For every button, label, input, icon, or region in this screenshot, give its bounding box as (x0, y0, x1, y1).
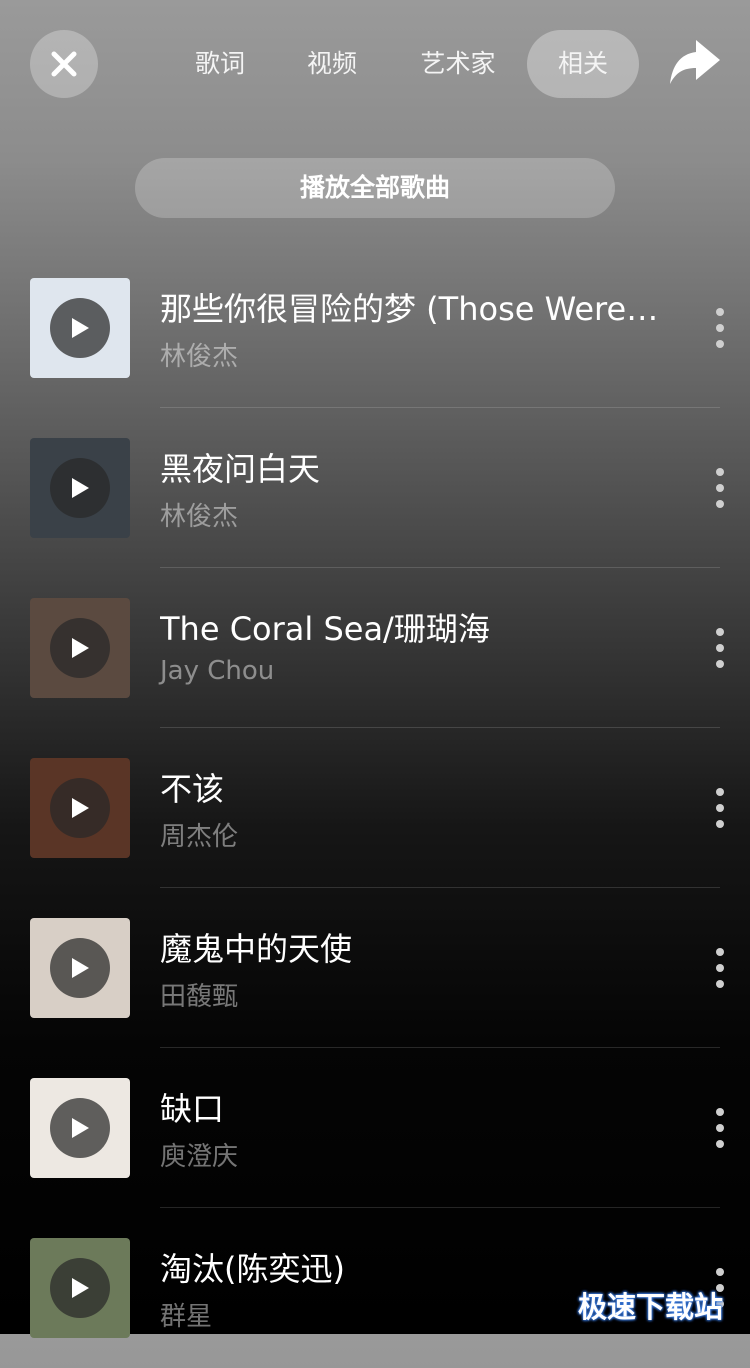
play-icon (72, 478, 89, 498)
song-artist: 田馥甄 (160, 982, 239, 1012)
play-button[interactable] (50, 618, 110, 678)
song-title: The Coral Sea/珊瑚海 (160, 610, 490, 648)
top-bar: 歌词 视频 艺术家 相关 (0, 0, 750, 130)
close-icon (51, 51, 77, 77)
play-button[interactable] (50, 1258, 110, 1318)
song-row[interactable]: 黑夜问白天 林俊杰 (0, 408, 750, 568)
tab-lyrics[interactable]: 歌词 (188, 30, 252, 98)
more-options-button[interactable] (710, 1106, 730, 1150)
album-art[interactable] (30, 1078, 130, 1178)
album-art[interactable] (30, 598, 130, 698)
more-vertical-icon (716, 308, 724, 348)
song-row[interactable]: 魔鬼中的天使 田馥甄 (0, 888, 750, 1048)
more-vertical-icon (716, 948, 724, 988)
play-button[interactable] (50, 298, 110, 358)
play-icon (72, 798, 89, 818)
song-artist: 周杰伦 (160, 822, 239, 852)
more-vertical-icon (716, 788, 724, 828)
song-title: 魔鬼中的天使 (160, 930, 353, 968)
more-options-button[interactable] (710, 306, 730, 350)
tab-video[interactable]: 视频 (300, 30, 364, 98)
close-button[interactable] (30, 30, 98, 98)
more-options-button[interactable] (710, 466, 730, 510)
song-title: 那些你很冒险的梦 (Those Were… (160, 290, 659, 328)
song-artist: 庾澄庆 (160, 1142, 239, 1172)
song-artist: Jay Chou (160, 656, 275, 686)
album-art[interactable] (30, 278, 130, 378)
album-art[interactable] (30, 758, 130, 858)
song-artist: 林俊杰 (160, 342, 239, 372)
song-title: 不该 (160, 770, 225, 808)
song-row[interactable]: 不该 周杰伦 (0, 728, 750, 888)
song-row[interactable]: 缺口 庾澄庆 (0, 1048, 750, 1208)
play-button[interactable] (50, 938, 110, 998)
album-art[interactable] (30, 1238, 130, 1338)
more-vertical-icon (716, 628, 724, 668)
play-button[interactable] (50, 778, 110, 838)
play-icon (72, 318, 89, 338)
share-arrow-icon (670, 40, 720, 84)
tab-artist[interactable]: 艺术家 (418, 30, 498, 98)
song-title: 缺口 (160, 1090, 225, 1128)
play-icon (72, 1278, 89, 1298)
play-icon (72, 958, 89, 978)
play-button[interactable] (50, 458, 110, 518)
play-button[interactable] (50, 1098, 110, 1158)
song-artist: 群星 (160, 1302, 213, 1332)
album-art[interactable] (30, 918, 130, 1018)
tab-related[interactable]: 相关 (527, 30, 639, 98)
more-vertical-icon (716, 1108, 724, 1148)
album-art[interactable] (30, 438, 130, 538)
more-options-button[interactable] (710, 946, 730, 990)
more-options-button[interactable] (710, 786, 730, 830)
play-icon (72, 1118, 89, 1138)
song-row[interactable]: 那些你很冒险的梦 (Those Were… 林俊杰 (0, 248, 750, 408)
song-artist: 林俊杰 (160, 502, 239, 532)
watermark: 极速下载站 (578, 1290, 724, 1324)
share-button[interactable] (666, 34, 726, 94)
more-vertical-icon (716, 468, 724, 508)
play-icon (72, 638, 89, 658)
more-options-button[interactable] (710, 626, 730, 670)
song-row[interactable]: The Coral Sea/珊瑚海 Jay Chou (0, 568, 750, 728)
play-all-button[interactable]: 播放全部歌曲 (135, 158, 615, 218)
song-title: 黑夜问白天 (160, 450, 321, 488)
